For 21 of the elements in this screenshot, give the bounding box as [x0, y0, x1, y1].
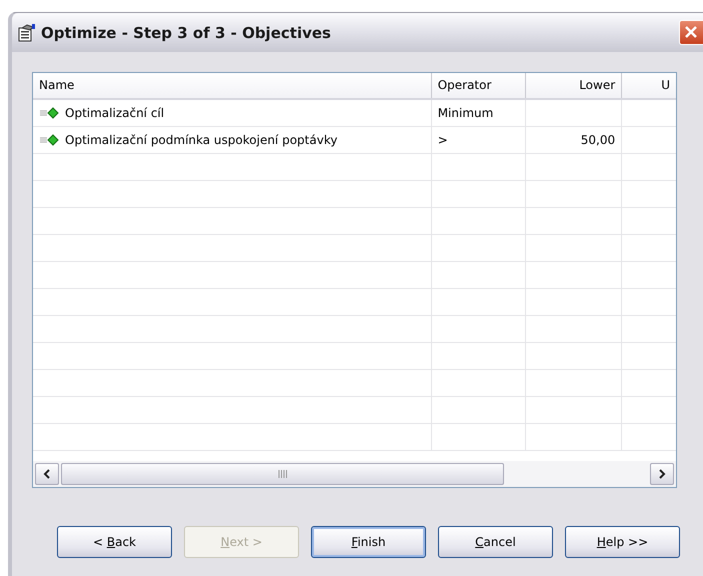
dialog-button[interactable]: Help >>	[565, 526, 680, 558]
dialog-button[interactable]: Cancel	[438, 526, 553, 558]
table-cell: >	[438, 133, 448, 147]
table-cell: Optimalizační cíl	[65, 106, 164, 120]
close-button[interactable]	[679, 20, 703, 45]
scroll-left-button[interactable]	[35, 463, 59, 485]
objective-icon	[39, 107, 61, 119]
scrollbar-thumb[interactable]	[61, 463, 504, 485]
dialog-button[interactable]: Finish	[311, 526, 426, 558]
column-header[interactable]: Operator	[432, 73, 526, 98]
objective-icon	[39, 134, 61, 146]
table-cell: Optimalizační podmínka uspokojení poptávky	[65, 133, 338, 147]
column-header[interactable]: U	[622, 73, 676, 98]
dialog-button[interactable]: < Back	[57, 526, 172, 558]
window-title: Optimize - Step 3 of 3 - Objectives	[41, 24, 331, 42]
scroll-right-button[interactable]	[650, 463, 674, 485]
table-cell: 50,00	[580, 133, 616, 147]
table-cell: Minimum	[438, 106, 494, 120]
column-header[interactable]: Name	[33, 73, 432, 98]
column-header[interactable]: Lower	[526, 73, 622, 98]
properties-icon	[18, 24, 36, 42]
